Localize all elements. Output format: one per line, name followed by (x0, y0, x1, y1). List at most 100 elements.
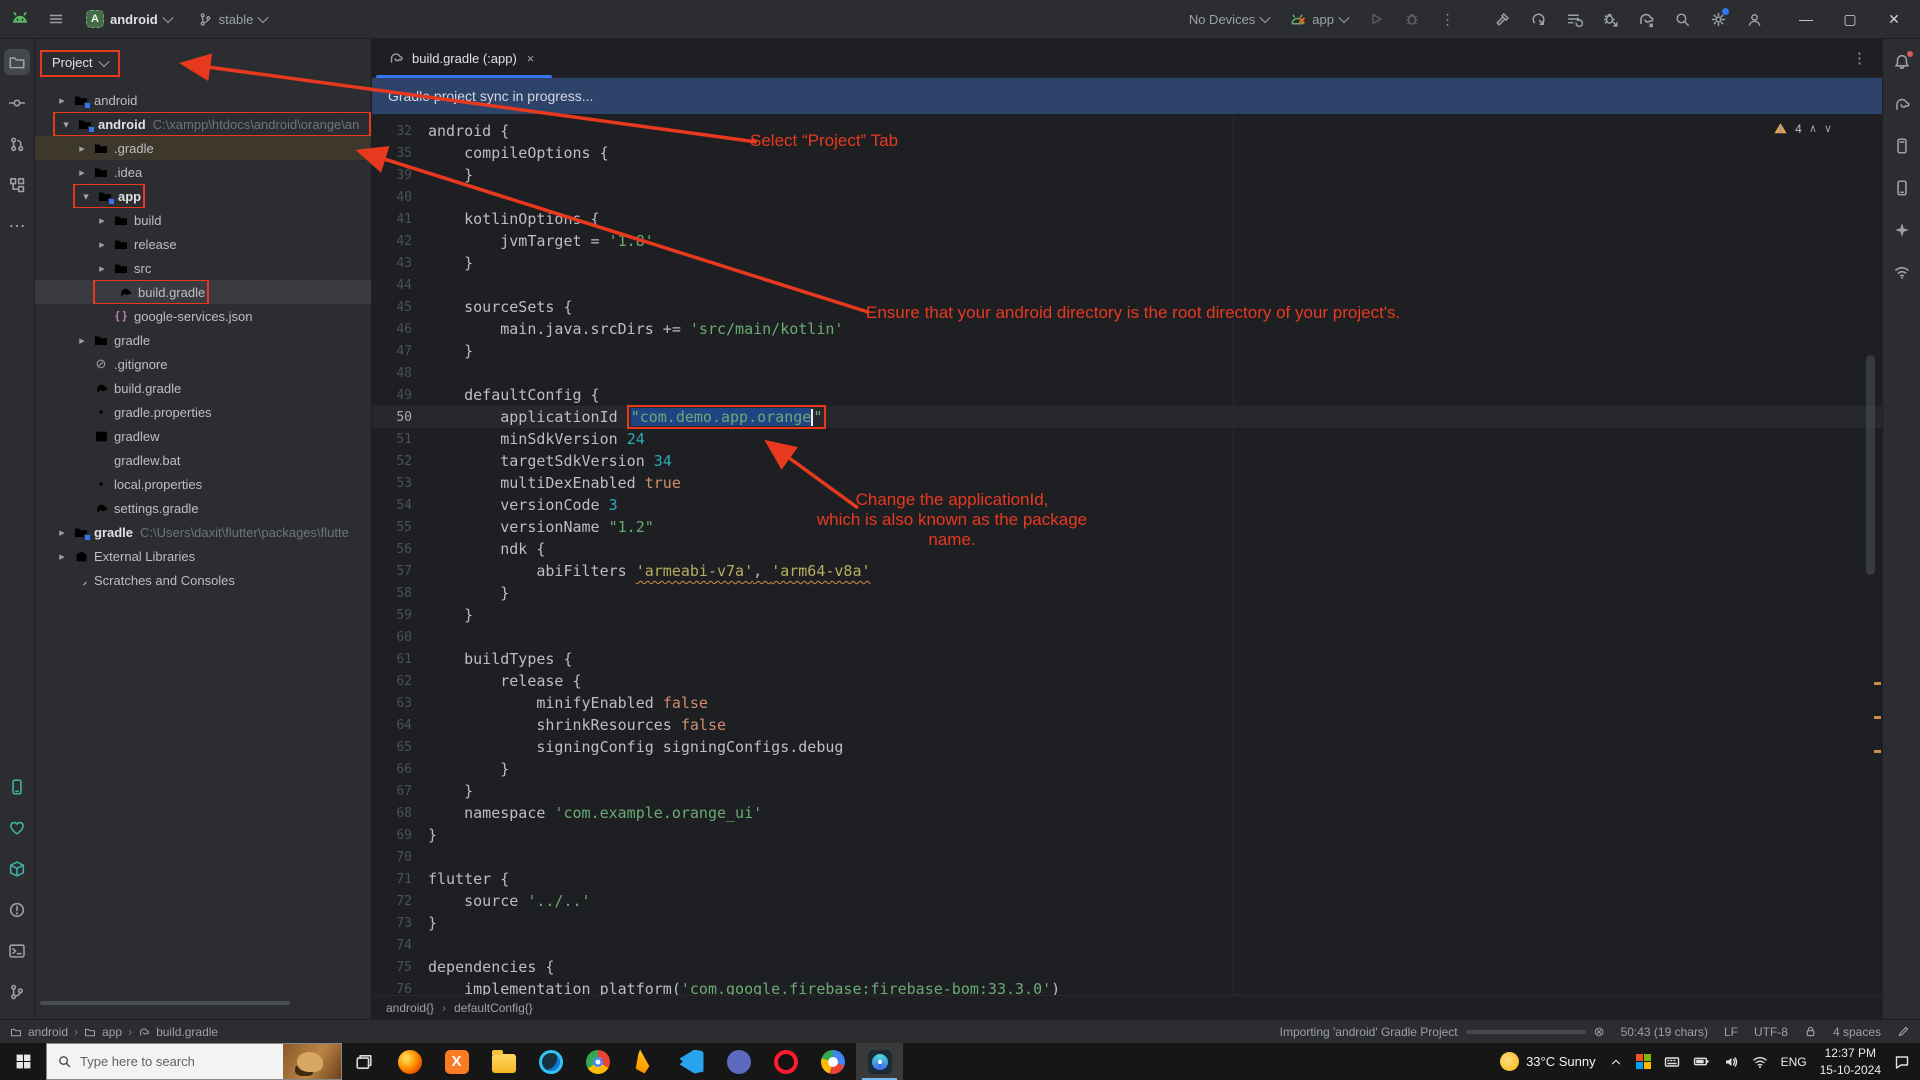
debug-button[interactable] (1396, 4, 1428, 34)
code-line-74[interactable]: 74 (372, 934, 1882, 956)
tree-item-build[interactable]: ▸ build (35, 208, 371, 232)
chevron-collapsed-icon[interactable]: ▸ (53, 526, 71, 539)
chevron-collapsed-icon[interactable]: ▸ (93, 238, 111, 251)
task-view-button[interactable] (342, 1043, 386, 1080)
code-line-53[interactable]: 53 multiDexEnabled true (372, 472, 1882, 494)
commit-button[interactable] (4, 90, 30, 116)
code-line-47[interactable]: 47 } (372, 340, 1882, 362)
line-separator[interactable]: LF (1724, 1025, 1738, 1039)
vertical-scrollbar[interactable] (1866, 355, 1875, 575)
run-button[interactable] (1360, 4, 1392, 34)
code-line-48[interactable]: 48 (372, 362, 1882, 384)
chevron-expanded-icon[interactable]: ▾ (77, 190, 95, 203)
taskbar-app-chrome-beta[interactable] (809, 1043, 856, 1080)
minimize-button[interactable]: — (1786, 4, 1826, 34)
tray-colored-app-icon[interactable] (1635, 1054, 1651, 1069)
code-line-67[interactable]: 67 } (372, 780, 1882, 802)
taskbar-app-vscode[interactable] (668, 1043, 715, 1080)
search-highlight-image[interactable] (283, 1044, 341, 1079)
chevron-expanded-icon[interactable]: ▾ (57, 118, 75, 131)
more-run-options-button[interactable]: ⋮ (1432, 4, 1464, 34)
code-line-32[interactable]: 32 android { (372, 120, 1882, 142)
running-devices-button[interactable] (1889, 175, 1915, 201)
tree-item-release[interactable]: ▸ release (35, 232, 371, 256)
tree-item-android[interactable]: ▾ android C:\xampp\htdocs\android\orange\a… (35, 112, 371, 136)
chevron-collapsed-icon[interactable]: ▸ (93, 262, 111, 275)
chevron-collapsed-icon[interactable]: ▸ (53, 94, 71, 107)
action-center-icon[interactable] (1894, 1054, 1910, 1070)
notifications-bell-button[interactable] (1889, 49, 1915, 75)
tree-item--gradle[interactable]: ▸ .gradle (35, 136, 371, 160)
taskbar-app-explorer[interactable] (480, 1043, 527, 1080)
code-line-52[interactable]: 52 targetSdkVersion 34 (372, 450, 1882, 472)
device-streaming-button[interactable] (1889, 259, 1915, 285)
search-everywhere-button[interactable] (1666, 4, 1698, 34)
build-button[interactable] (4, 856, 30, 882)
input-language[interactable]: ENG (1781, 1055, 1807, 1069)
device-selector[interactable]: No Devices (1181, 8, 1277, 31)
running-devices-button[interactable] (4, 774, 30, 800)
close-button[interactable]: ✕ (1874, 4, 1914, 34)
code-line-44[interactable]: 44 (372, 274, 1882, 296)
code-line-35[interactable]: 35 compileOptions { (372, 142, 1882, 164)
volume-icon[interactable] (1723, 1054, 1739, 1070)
code-line-64[interactable]: 64 shrinkResources false (372, 714, 1882, 736)
taskbar-app-android-studio[interactable] (856, 1043, 903, 1080)
vcs-branch-selector[interactable]: stable (190, 8, 276, 31)
edit-pencil-icon[interactable] (1897, 1025, 1910, 1038)
tree-item-gradlew[interactable]: gradlew (35, 424, 371, 448)
problems-button[interactable] (4, 897, 30, 923)
code-line-57[interactable]: 57 abiFilters 'armeabi-v7a', 'arm64-v8a' (372, 560, 1882, 582)
code-line-54[interactable]: 54 versionCode 3 (372, 494, 1882, 516)
tree-item-gradle-properties[interactable]: gradle.properties (35, 400, 371, 424)
code-line-40[interactable]: 40 (372, 186, 1882, 208)
tab-build-gradle[interactable]: build.gradle (:app) × (372, 39, 553, 78)
taskbar-app-xampp[interactable]: X (433, 1043, 480, 1080)
more-tools-button[interactable] (4, 213, 30, 239)
chevron-collapsed-icon[interactable]: ▸ (73, 142, 91, 155)
pull-requests-button[interactable] (4, 131, 30, 157)
taskbar-clock[interactable]: 12:37 PM 15-10-2024 (1820, 1045, 1881, 1077)
code-line-59[interactable]: 59 } (372, 604, 1882, 626)
taskbar-app-visual-studio[interactable] (715, 1043, 762, 1080)
tree-item-gradle[interactable]: ▸ gradle C:\Users\daxit\flutter\packages\f… (35, 520, 371, 544)
chevron-collapsed-icon[interactable]: ▸ (93, 214, 111, 227)
taskbar-app-chrome[interactable] (574, 1043, 621, 1080)
chevron-collapsed-icon[interactable]: ▸ (73, 334, 91, 347)
structure-button[interactable] (4, 172, 30, 198)
start-button[interactable] (0, 1043, 46, 1080)
code-line-50[interactable]: 50 applicationId "com.demo.app.orange " (372, 405, 1882, 429)
network-icon[interactable] (1752, 1054, 1768, 1070)
app-quality-insights-button[interactable] (4, 815, 30, 841)
tree-item-src[interactable]: ▸ src (35, 256, 371, 280)
maximize-button[interactable]: ▢ (1830, 4, 1870, 34)
path-file[interactable]: build.gradle (156, 1025, 218, 1039)
terminal-button[interactable] (4, 938, 30, 964)
settings-button[interactable] (1702, 4, 1734, 34)
code-line-75[interactable]: 75 dependencies { (372, 956, 1882, 978)
code-line-65[interactable]: 65 signingConfig signingConfigs.debug (372, 736, 1882, 758)
cancel-progress-icon[interactable]: ⊗ (1594, 1024, 1605, 1040)
code-line-76[interactable]: 76 implementation platform('com.google.f… (372, 978, 1882, 995)
user-account-button[interactable] (1738, 4, 1770, 34)
code-line-49[interactable]: 49 defaultConfig { (372, 384, 1882, 406)
path-app[interactable]: app (102, 1025, 122, 1039)
project-folder-button[interactable] (4, 49, 30, 75)
file-encoding[interactable]: UTF-8 (1754, 1025, 1788, 1039)
code-line-51[interactable]: 51 minSdkVersion 24 (372, 428, 1882, 450)
taskbar-app-edge[interactable] (527, 1043, 574, 1080)
tree-item-settings-gradle[interactable]: settings.gradle (35, 496, 371, 520)
tree-item-build-gradle[interactable]: build.gradle (35, 376, 371, 400)
tree-item-gradle[interactable]: ▸ gradle (35, 328, 371, 352)
lock-icon[interactable] (1804, 1025, 1817, 1038)
tab-options-kebab-icon[interactable]: ⋮ (1838, 49, 1882, 67)
taskbar-weather[interactable]: 33°C Sunny (1500, 1052, 1596, 1071)
code-line-69[interactable]: 69} (372, 824, 1882, 846)
code-line-41[interactable]: 41 kotlinOptions { (372, 208, 1882, 230)
code-line-73[interactable]: 73} (372, 912, 1882, 934)
main-menu-button[interactable] (40, 4, 72, 34)
tree-item-local-properties[interactable]: local.properties (35, 472, 371, 496)
build-button[interactable] (1486, 4, 1518, 34)
path-android[interactable]: android (28, 1025, 68, 1039)
touch-keyboard-icon[interactable] (1664, 1054, 1680, 1070)
